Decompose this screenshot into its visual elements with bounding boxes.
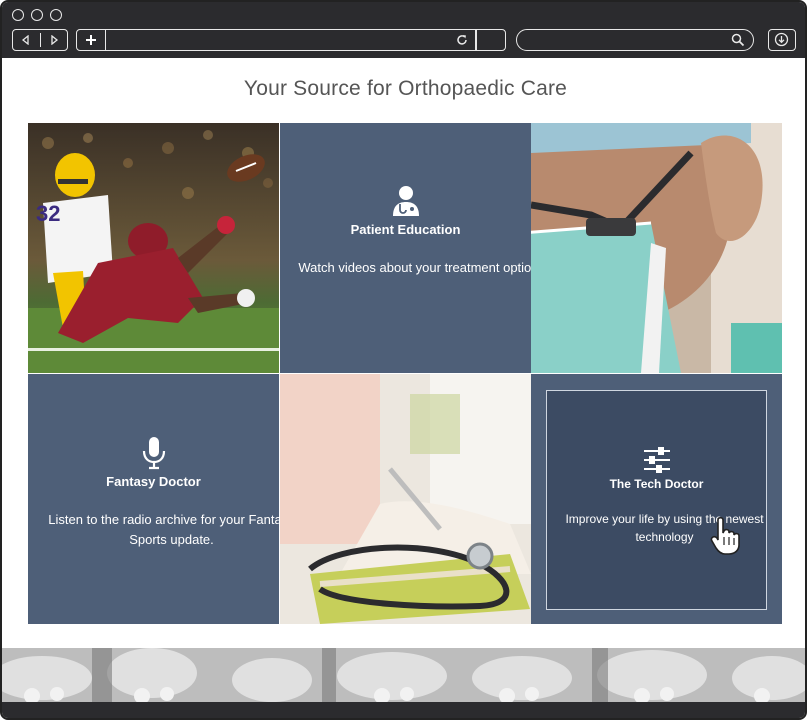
patient-education-icon-wrap [280,185,531,221]
plus-icon [86,35,96,45]
fantasy-doctor-icon-wrap [28,436,279,474]
forward-arrow-icon [51,34,59,46]
fantasy-doctor-tile[interactable]: Fantasy Doctor Listen to the radio archi… [28,374,279,624]
back-arrow-icon [21,34,29,46]
sliders-icon [643,447,670,473]
patient-education-description: Watch videos about your treatment option… [298,260,531,275]
browser-window: Your Source for Orthopaedic Care 32 Pati… [0,0,807,720]
microphone-icon [142,437,165,470]
download-icon [774,32,789,47]
window-close-button[interactable] [12,9,24,21]
nav-button-group [12,29,68,51]
magnifier-icon[interactable] [731,33,745,47]
window-maximize-button[interactable] [50,9,62,21]
window-minimize-button[interactable] [31,9,43,21]
tech-doctor-tile[interactable]: The Tech Doctor Improve your life by usi… [531,374,782,624]
surgeon-wearing-smart-glasses-photo [531,123,782,373]
baby-feet-photo [2,648,805,702]
fantasy-doctor-description: Listen to the radio archive for your Fan… [48,512,279,547]
surgeon-photo [531,123,782,373]
address-bar[interactable] [105,29,476,51]
tech-doctor-heading: The Tech Doctor [609,477,704,491]
bottom-bar [2,702,805,718]
search-field[interactable] [516,29,754,51]
stethoscope-photo [280,374,531,624]
svg-text:32: 32 [36,201,60,226]
doctor-icon [392,186,419,216]
browser-toolbar [2,2,805,58]
football-player-diving-photo: 32 [28,123,279,373]
hand-pointer-icon [710,517,740,555]
stethoscope-on-book-photo [280,374,531,624]
football-photo: 32 [28,123,279,373]
reload-icon[interactable] [455,33,469,47]
tech-doctor-description: Improve your life by using the newest te… [565,512,764,544]
back-button[interactable] [13,30,39,50]
tech-doctor-icon-wrap [547,447,766,477]
new-tab-button[interactable] [76,29,106,51]
tech-doctor-highlight-box[interactable]: The Tech Doctor Improve your life by usi… [546,390,767,610]
fantasy-doctor-heading: Fantasy Doctor [106,474,201,489]
feature-grid: 32 Patient Education Watch videos about … [28,123,782,625]
patient-education-tile[interactable]: Patient Education Watch videos about you… [280,123,531,373]
baby-feet-image [2,648,805,702]
download-button[interactable] [768,29,796,51]
address-bar-end [476,29,506,51]
forward-button[interactable] [41,30,67,50]
patient-education-heading: Patient Education [350,222,461,237]
page-title: Your Source for Orthopaedic Care [243,77,568,100]
